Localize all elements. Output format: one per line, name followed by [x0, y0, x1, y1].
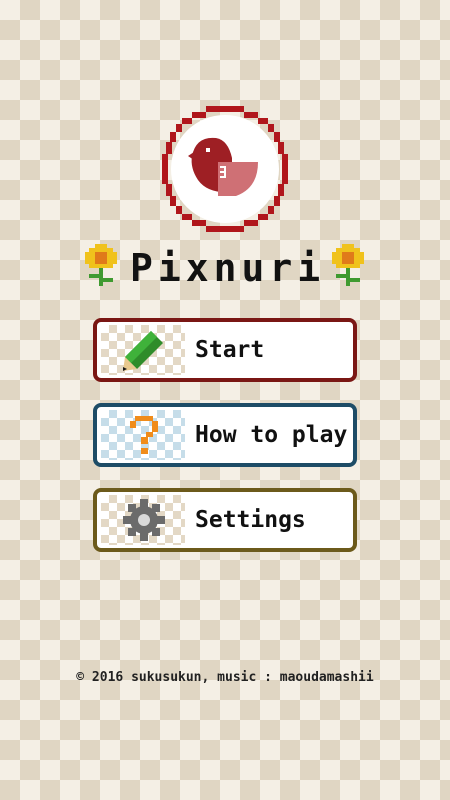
pencil-icon — [123, 331, 163, 371]
how-to-play-button[interactable]: How to play — [93, 403, 357, 467]
sunflower-icon — [85, 244, 117, 286]
how-to-play-button-label: How to play — [195, 422, 348, 448]
start-button-label: Start — [195, 337, 265, 363]
settings-button[interactable]: Settings — [93, 488, 357, 552]
sunflower-icon — [332, 244, 364, 286]
settings-button-label: Settings — [195, 507, 306, 533]
start-icon-tile — [101, 325, 185, 375]
how-to-play-icon-tile — [101, 410, 185, 460]
title-row: Pixnuri — [0, 240, 450, 296]
question-mark-icon — [130, 416, 158, 454]
gear-icon — [123, 499, 165, 541]
bird-logo-icon — [162, 106, 288, 232]
start-button[interactable]: Start — [93, 318, 357, 382]
app-title: Pixnuri — [130, 246, 326, 290]
settings-icon-tile — [101, 495, 185, 545]
copyright-text: © 2016 sukusukun, music : maoudamashii — [76, 670, 374, 685]
